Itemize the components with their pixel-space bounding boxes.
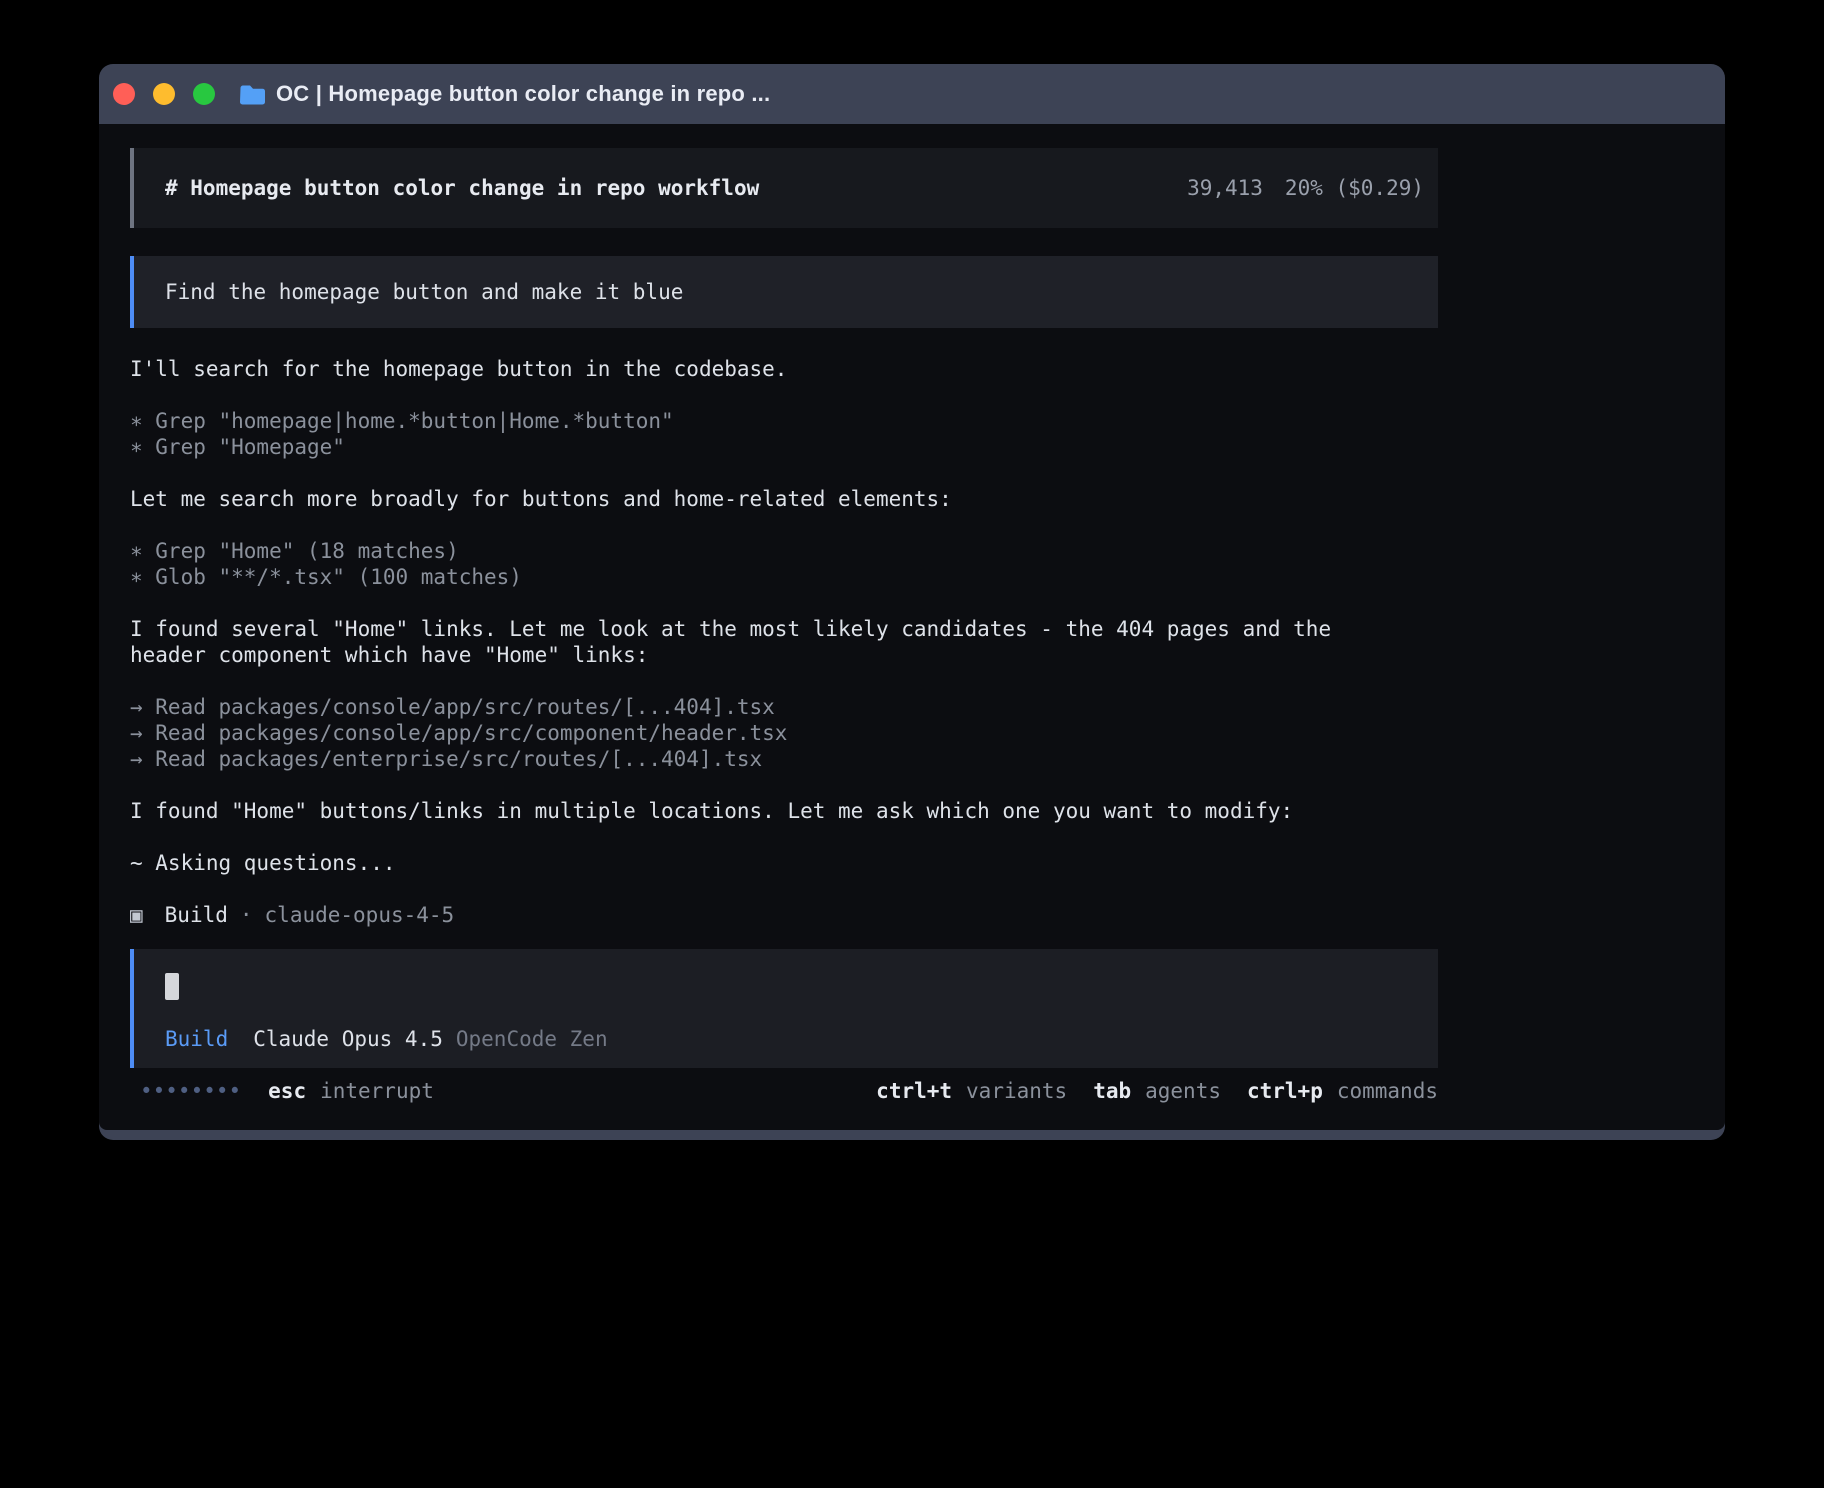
zoom-button[interactable] bbox=[193, 83, 215, 105]
blank-line bbox=[130, 772, 1438, 798]
user-message: Find the homepage button and make it blu… bbox=[130, 256, 1438, 328]
status-bar: •••••••• esc interrupt ctrl+t variants t… bbox=[130, 1078, 1438, 1104]
input-footer: Build Claude Opus 4.5 OpenCode Zen bbox=[165, 1026, 1438, 1052]
agent-name: Build bbox=[165, 902, 228, 928]
assistant-text-line: ~ Asking questions... bbox=[130, 850, 1438, 876]
terminal-body[interactable]: # Homepage button color change in repo w… bbox=[99, 124, 1725, 1130]
session-header: # Homepage button color change in repo w… bbox=[130, 148, 1438, 228]
tab-key-label: tab bbox=[1093, 1078, 1131, 1104]
user-message-text: Find the homepage button and make it blu… bbox=[165, 279, 683, 305]
agents-label: agents bbox=[1145, 1078, 1221, 1104]
window-title: OC | Homepage button color change in rep… bbox=[276, 81, 770, 107]
agent-icon: ▣ bbox=[130, 902, 143, 928]
status-bar-right: ctrl+t variants tab agents ctrl+p comman… bbox=[876, 1078, 1438, 1104]
spinner-dots: •••••••• bbox=[140, 1078, 241, 1104]
provider-indicator: OpenCode Zen bbox=[456, 1026, 608, 1052]
session-meta: 39,413 20% ($0.29) bbox=[1187, 175, 1424, 201]
model-indicator: Claude Opus 4.5 bbox=[253, 1026, 443, 1052]
folder-icon bbox=[239, 84, 266, 105]
assistant-text-line: Let me search more broadly for buttons a… bbox=[130, 486, 1438, 512]
ctrl-t-key-label: ctrl+t bbox=[876, 1078, 952, 1104]
close-button[interactable] bbox=[113, 83, 135, 105]
blank-line bbox=[130, 590, 1438, 616]
mode-indicator: Build bbox=[165, 1026, 228, 1052]
hint-variants: ctrl+t variants bbox=[876, 1078, 1067, 1104]
session-title: # Homepage button color change in repo w… bbox=[165, 175, 759, 201]
tool-call-line: → Read packages/enterprise/src/routes/[.… bbox=[130, 746, 1438, 772]
terminal-window: OC | Homepage button color change in rep… bbox=[99, 64, 1725, 1140]
hint-agents: tab agents bbox=[1093, 1078, 1221, 1104]
session-content: # Homepage button color change in repo w… bbox=[130, 148, 1438, 1068]
agent-model-name: claude-opus-4-5 bbox=[265, 902, 455, 928]
hint-interrupt: esc interrupt bbox=[268, 1078, 434, 1104]
hint-commands: ctrl+p commands bbox=[1247, 1078, 1438, 1104]
token-count: 39,413 bbox=[1187, 175, 1263, 201]
blank-line bbox=[130, 668, 1438, 694]
prompt-input[interactable]: Build Claude Opus 4.5 OpenCode Zen bbox=[130, 949, 1438, 1068]
assistant-text-line: I found "Home" buttons/links in multiple… bbox=[130, 798, 1438, 824]
assistant-text-line: I found several "Home" links. Let me loo… bbox=[130, 616, 1438, 642]
tool-call-line: ∗ Grep "Home" (18 matches) bbox=[130, 538, 1438, 564]
tool-call-line: → Read packages/console/app/src/componen… bbox=[130, 720, 1438, 746]
blank-line bbox=[130, 824, 1438, 850]
blank-line bbox=[130, 460, 1438, 486]
tool-call-line: ∗ Glob "**/*.tsx" (100 matches) bbox=[130, 564, 1438, 590]
tool-call-line: ∗ Grep "Homepage" bbox=[130, 434, 1438, 460]
transcript: I'll search for the homepage button in t… bbox=[130, 356, 1438, 876]
window-controls bbox=[113, 83, 215, 105]
titlebar[interactable]: OC | Homepage button color change in rep… bbox=[99, 64, 1725, 124]
agent-separator: · bbox=[240, 902, 253, 928]
agent-status-line: ▣ Build · claude-opus-4-5 bbox=[130, 902, 1438, 928]
commands-label: commands bbox=[1337, 1078, 1438, 1104]
status-bar-left: •••••••• esc interrupt bbox=[130, 1078, 434, 1104]
tool-call-line: ∗ Grep "homepage|home.*button|Home.*butt… bbox=[130, 408, 1438, 434]
variants-label: variants bbox=[966, 1078, 1067, 1104]
text-cursor bbox=[165, 973, 179, 1000]
interrupt-label: interrupt bbox=[320, 1078, 434, 1104]
blank-line bbox=[130, 512, 1438, 538]
ctrl-p-key-label: ctrl+p bbox=[1247, 1078, 1323, 1104]
assistant-text-line: header component which have "Home" links… bbox=[130, 642, 1438, 668]
minimize-button[interactable] bbox=[153, 83, 175, 105]
context-cost: 20% ($0.29) bbox=[1285, 175, 1424, 201]
esc-key-label: esc bbox=[268, 1078, 306, 1104]
blank-line bbox=[130, 382, 1438, 408]
tool-call-line: → Read packages/console/app/src/routes/[… bbox=[130, 694, 1438, 720]
assistant-text-line: I'll search for the homepage button in t… bbox=[130, 356, 1438, 382]
